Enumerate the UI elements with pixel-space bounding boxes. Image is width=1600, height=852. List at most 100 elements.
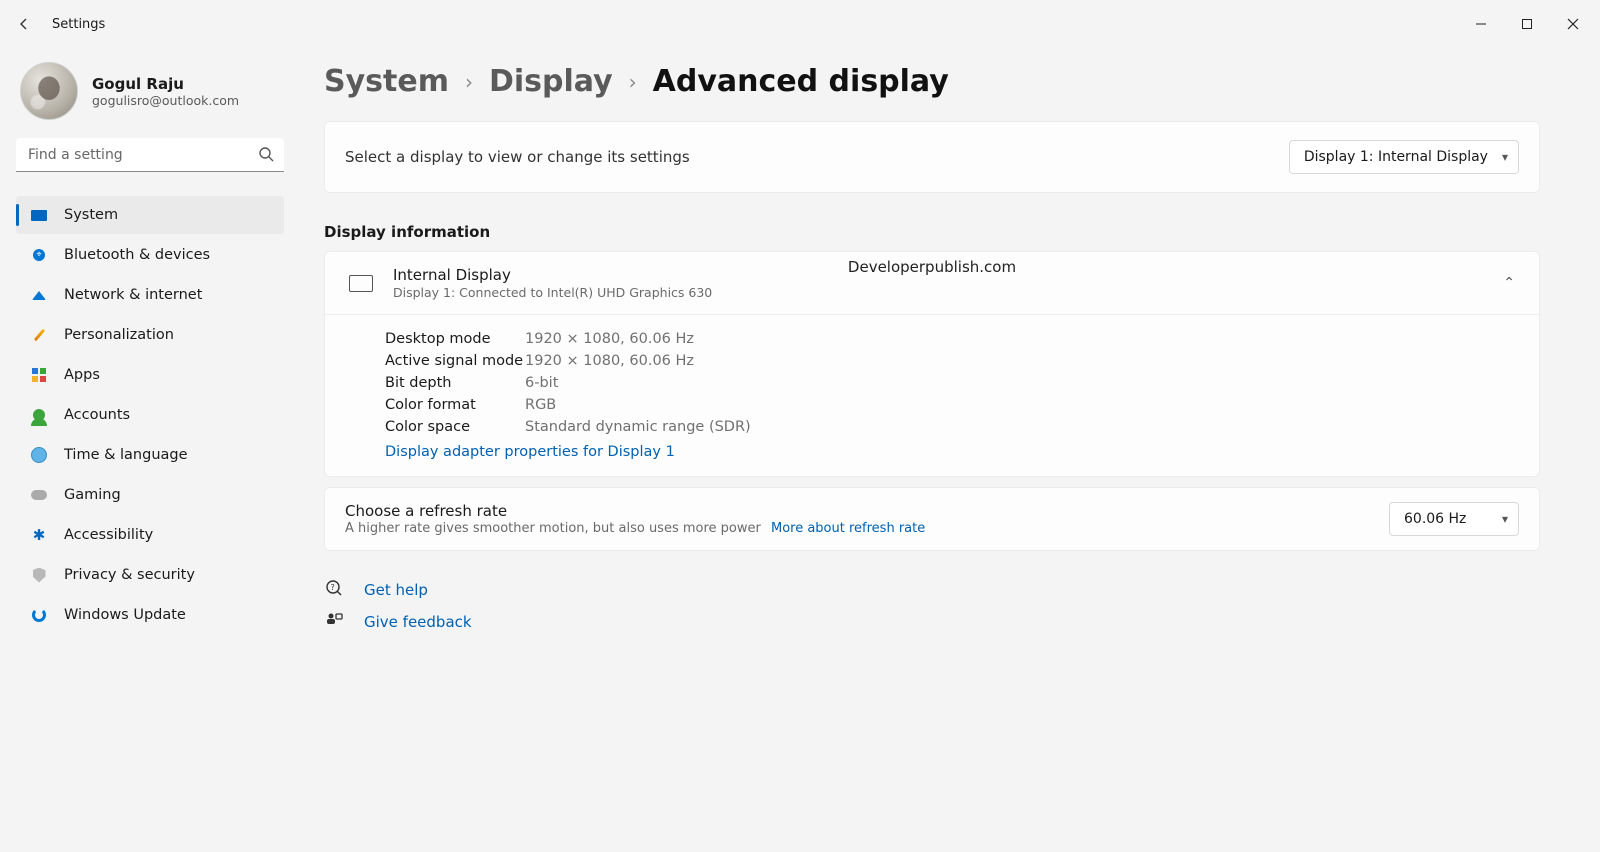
info-value: Standard dynamic range (SDR) [525,419,751,435]
adapter-properties-link[interactable]: Display adapter properties for Display 1 [385,444,675,460]
info-row-active-signal: Active signal mode 1920 × 1080, 60.06 Hz [385,353,1515,369]
watermark-text: Developerpublish.com [848,258,1016,276]
sidebar-item-accessibility[interactable]: ✱ Accessibility [16,516,284,554]
search-input[interactable] [16,138,284,172]
close-icon [1567,18,1579,30]
display-info-header[interactable]: Internal Display Display 1: Connected to… [325,252,1539,315]
info-value: 1920 × 1080, 60.06 Hz [525,331,694,347]
user-text: Gogul Raju gogulisro@outlook.com [92,75,239,108]
info-value: RGB [525,397,556,413]
chevron-right-icon: › [465,70,473,94]
user-profile[interactable]: Gogul Raju gogulisro@outlook.com [20,62,284,120]
sidebar-item-label: Accounts [64,407,130,423]
give-feedback-row: Give feedback [324,611,1540,633]
sidebar-item-label: Accessibility [64,527,153,543]
sidebar-item-gaming[interactable]: Gaming [16,476,284,514]
info-row-bit-depth: Bit depth 6-bit [385,375,1515,391]
info-key: Active signal mode [385,353,525,369]
search-box [16,138,284,172]
globe-icon [30,446,48,464]
chevron-down-icon: ▾ [1502,512,1508,526]
avatar [20,62,78,120]
accessibility-icon: ✱ [30,526,48,544]
arrow-left-icon [16,16,32,32]
give-feedback-link[interactable]: Give feedback [364,613,472,631]
chevron-right-icon: › [629,70,637,94]
info-row-color-format: Color format RGB [385,397,1515,413]
feedback-icon [324,611,344,633]
search-icon [258,146,274,166]
shield-icon [30,566,48,584]
page-title: Advanced display [653,64,949,99]
refresh-rate-title: Choose a refresh rate [345,502,925,520]
sidebar-item-label: Time & language [64,447,188,463]
gamepad-icon [30,486,48,504]
nav-list: System ⌖ Bluetooth & devices Network & i… [16,196,284,634]
get-help-link[interactable]: Get help [364,581,428,599]
content-area: System › Display › Advanced display Sele… [300,48,1600,852]
info-key: Color space [385,419,525,435]
apps-icon [30,366,48,384]
sidebar-item-time-language[interactable]: Time & language [16,436,284,474]
sidebar-item-windows-update[interactable]: Windows Update [16,596,284,634]
refresh-rate-more-link[interactable]: More about refresh rate [771,521,925,536]
refresh-rate-dropdown[interactable]: 60.06 Hz ▾ [1389,502,1519,536]
breadcrumb-display[interactable]: Display [489,64,613,99]
info-key: Color format [385,397,525,413]
info-row-color-space: Color space Standard dynamic range (SDR) [385,419,1515,435]
sidebar-item-system[interactable]: System [16,196,284,234]
close-button[interactable] [1550,8,1596,40]
sidebar-item-network[interactable]: Network & internet [16,276,284,314]
monitor-icon [349,275,373,292]
window-controls [1458,8,1596,40]
sidebar-item-label: Privacy & security [64,567,195,583]
display-selector-value: Display 1: Internal Display [1304,149,1488,165]
help-links: ? Get help Give feedback [324,579,1540,633]
bluetooth-icon: ⌖ [30,246,48,264]
brush-icon [30,326,48,344]
system-icon [30,206,48,224]
sidebar-item-accounts[interactable]: Accounts [16,396,284,434]
sidebar-item-personalization[interactable]: Personalization [16,316,284,354]
get-help-row: ? Get help [324,579,1540,601]
maximize-button[interactable] [1504,8,1550,40]
display-selector-card: Select a display to view or change its s… [324,121,1540,193]
breadcrumb: System › Display › Advanced display [324,64,1540,99]
display-selector-dropdown[interactable]: Display 1: Internal Display ▾ [1289,140,1519,174]
info-row-desktop-mode: Desktop mode 1920 × 1080, 60.06 Hz [385,331,1515,347]
titlebar: Settings [0,0,1600,48]
sidebar-item-bluetooth[interactable]: ⌖ Bluetooth & devices [16,236,284,274]
breadcrumb-system[interactable]: System [324,64,449,99]
chevron-down-icon: ▾ [1502,150,1508,164]
svg-text:?: ? [331,583,335,592]
sidebar-item-label: Apps [64,367,100,383]
back-button[interactable] [4,4,44,44]
display-name: Internal Display [393,266,712,284]
sidebar-item-label: Gaming [64,487,121,503]
user-email: gogulisro@outlook.com [92,93,239,108]
refresh-rate-sub-text: A higher rate gives smoother motion, but… [345,521,761,536]
minimize-button[interactable] [1458,8,1504,40]
sidebar: Gogul Raju gogulisro@outlook.com System … [0,48,300,852]
chevron-up-icon: ⌃ [1503,275,1515,291]
info-value: 6-bit [525,375,558,391]
wifi-icon [30,286,48,304]
sidebar-item-label: Bluetooth & devices [64,247,210,263]
display-selector-label: Select a display to view or change its s… [345,148,690,166]
display-info-card: Internal Display Display 1: Connected to… [324,251,1540,477]
sidebar-item-label: Windows Update [64,607,186,623]
window-title: Settings [52,17,105,32]
minimize-icon [1475,18,1487,30]
refresh-rate-sub: A higher rate gives smoother motion, but… [345,521,925,536]
sidebar-item-apps[interactable]: Apps [16,356,284,394]
sidebar-item-label: Network & internet [64,287,202,303]
sidebar-item-label: System [64,207,118,223]
display-connection: Display 1: Connected to Intel(R) UHD Gra… [393,285,712,300]
sidebar-item-privacy[interactable]: Privacy & security [16,556,284,594]
refresh-rate-card: Choose a refresh rate A higher rate give… [324,487,1540,551]
adapter-properties-row: Display adapter properties for Display 1 [385,441,1515,460]
info-key: Desktop mode [385,331,525,347]
section-display-information: Display information [324,223,1540,241]
display-info-body: Desktop mode 1920 × 1080, 60.06 Hz Activ… [325,315,1539,476]
update-icon [30,606,48,624]
